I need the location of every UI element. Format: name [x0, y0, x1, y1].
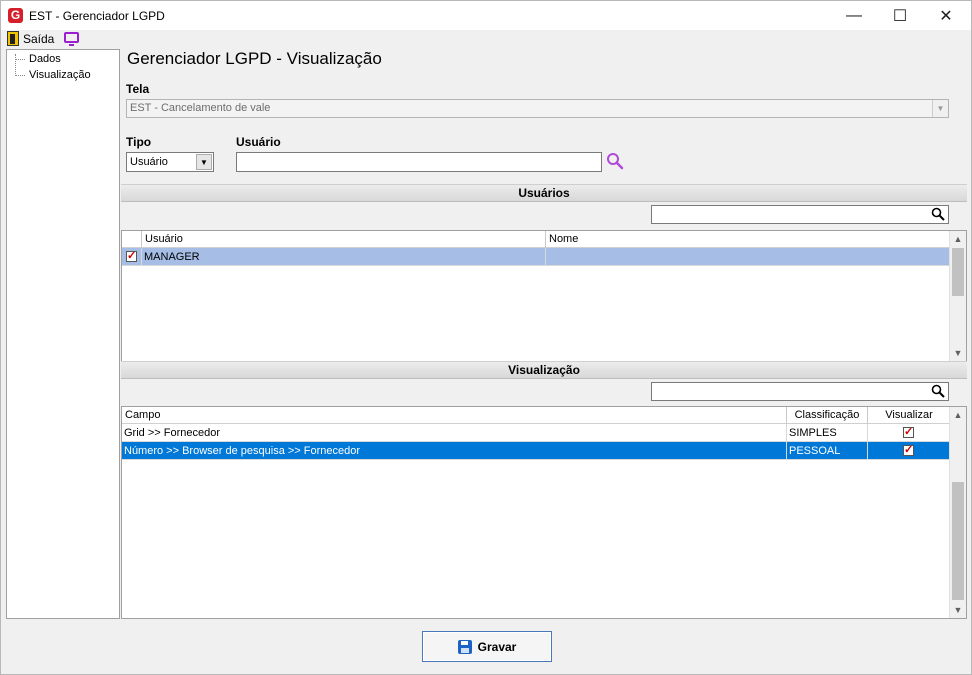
save-button[interactable]: Gravar	[422, 631, 552, 662]
scrollbar-thumb[interactable]	[952, 482, 964, 600]
visualizacao-section-header: Visualização	[121, 361, 967, 379]
usuarios-vertical-scrollbar[interactable]: ▲ ▼	[949, 231, 966, 361]
maximize-button[interactable]: ☐	[877, 1, 923, 30]
nome-cell[interactable]	[546, 248, 950, 266]
scroll-down-arrow-icon[interactable]: ▼	[950, 602, 966, 618]
floppy-disk-icon	[457, 639, 472, 654]
tipo-combobox[interactable]: Usuário ▼	[126, 152, 214, 172]
campo-cell[interactable]: Grid >> Fornecedor	[122, 424, 787, 442]
classificacao-cell[interactable]: PESSOAL	[787, 442, 868, 460]
table-row[interactable]: Grid >> Fornecedor SIMPLES	[122, 424, 950, 442]
exit-door-icon[interactable]	[7, 31, 19, 46]
search-icon[interactable]	[931, 207, 945, 221]
tipo-combobox-value: Usuário	[130, 156, 168, 168]
search-icon[interactable]	[931, 384, 945, 398]
usuarios-section-header: Usuários	[121, 184, 967, 202]
search-icon[interactable]	[606, 152, 624, 170]
column-header-nome[interactable]: Nome	[546, 231, 950, 248]
column-header-usuario[interactable]: Usuário	[142, 231, 546, 248]
window-title: EST - Gerenciador LGPD	[29, 9, 165, 23]
row-checkbox-cell[interactable]	[122, 248, 142, 266]
scroll-up-arrow-icon[interactable]: ▲	[950, 407, 966, 423]
visualizar-cell[interactable]	[868, 442, 950, 460]
table-row[interactable]: Número >> Browser de pesquisa >> Fornece…	[122, 442, 950, 460]
chevron-down-icon[interactable]: ▼	[196, 154, 212, 170]
tela-label: Tela	[126, 82, 150, 96]
monitor-icon[interactable]	[64, 32, 79, 46]
exit-menu-item[interactable]: Saída	[23, 32, 54, 46]
tipo-label: Tipo	[126, 135, 152, 149]
scroll-up-arrow-icon[interactable]: ▲	[950, 231, 966, 247]
visualizar-cell[interactable]	[868, 424, 950, 442]
column-header-campo[interactable]: Campo	[122, 407, 787, 424]
usuarios-filter-input[interactable]	[651, 205, 949, 224]
tela-combobox[interactable]: EST - Cancelamento de vale ▼	[126, 99, 949, 118]
usuarios-grid-header: Usuário Nome	[122, 231, 950, 248]
classificacao-cell[interactable]: SIMPLES	[787, 424, 868, 442]
scroll-down-arrow-icon[interactable]: ▼	[950, 345, 966, 361]
close-button[interactable]: ✕	[923, 1, 969, 30]
column-header-visualizar[interactable]: Visualizar	[868, 407, 950, 424]
app-window: G EST - Gerenciador LGPD — ☐ ✕ Saída Dad…	[0, 0, 972, 675]
tree-item-visualizacao[interactable]: Visualização	[15, 69, 91, 81]
usuarios-grid: Usuário Nome MANAGER ▲ ▼	[121, 230, 967, 362]
visualizar-checkbox[interactable]	[903, 443, 914, 456]
campo-cell[interactable]: Número >> Browser de pesquisa >> Fornece…	[122, 442, 787, 460]
save-button-label: Gravar	[477, 639, 517, 654]
app-logo-icon: G	[8, 8, 23, 23]
visualizacao-vertical-scrollbar[interactable]: ▲ ▼	[949, 407, 966, 618]
visualizacao-grid-header: Campo Classificação Visualizar	[122, 407, 950, 424]
checkbox-column-header	[122, 231, 142, 248]
usuario-input[interactable]	[236, 152, 602, 172]
page-title: Gerenciador LGPD - Visualização	[127, 49, 382, 68]
table-row[interactable]: MANAGER	[122, 248, 950, 266]
chevron-down-icon[interactable]: ▼	[932, 100, 948, 117]
usuario-label: Usuário	[236, 135, 281, 149]
menu-bar: Saída	[1, 30, 971, 48]
visualizacao-filter-input[interactable]	[651, 382, 949, 401]
tree-item-dados[interactable]: Dados	[15, 53, 61, 65]
navigation-tree: Dados Visualização	[6, 49, 120, 619]
row-checkbox[interactable]	[126, 249, 137, 262]
usuario-cell[interactable]: MANAGER	[142, 248, 546, 266]
tela-combobox-value: EST - Cancelamento de vale	[130, 102, 271, 114]
column-header-classificacao[interactable]: Classificação	[787, 407, 868, 424]
title-bar: G EST - Gerenciador LGPD — ☐ ✕	[1, 1, 971, 30]
minimize-button[interactable]: —	[831, 1, 877, 30]
visualizacao-grid: Campo Classificação Visualizar Grid >> F…	[121, 406, 967, 619]
scrollbar-thumb[interactable]	[952, 248, 964, 296]
visualizar-checkbox[interactable]	[903, 425, 914, 438]
